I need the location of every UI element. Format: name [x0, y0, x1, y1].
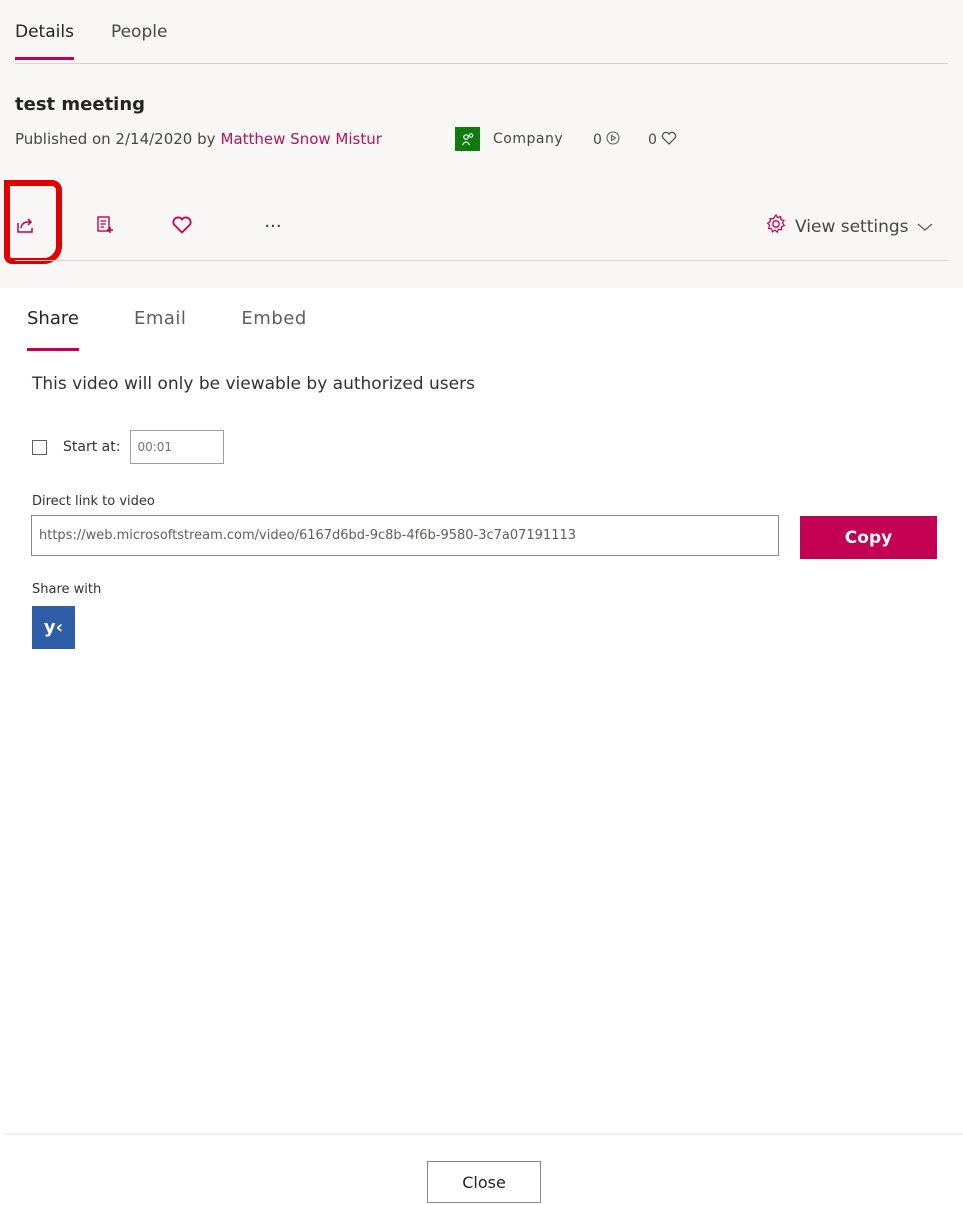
like-button[interactable]: [169, 214, 195, 240]
tab-details[interactable]: Details: [15, 22, 74, 60]
tab-embed[interactable]: Embed: [241, 308, 306, 351]
footer-divider: [5, 1133, 963, 1135]
actions-divider: [15, 260, 948, 261]
tab-email[interactable]: Email: [134, 308, 186, 351]
gear-icon: [765, 213, 787, 240]
view-count-value: 0: [593, 132, 602, 148]
start-at-row: Start at:: [32, 430, 225, 464]
direct-link-field[interactable]: [31, 515, 779, 556]
direct-link-label: Direct link to video: [32, 494, 155, 509]
company-permission-icon: [455, 127, 480, 151]
add-to-group-button[interactable]: [92, 214, 118, 240]
share-notice: This video will only be viewable by auth…: [32, 374, 475, 394]
heart-icon: [171, 215, 193, 239]
start-at-checkbox[interactable]: [32, 439, 47, 455]
add-to-list-icon: [95, 215, 115, 239]
view-settings-button[interactable]: View settings: [765, 213, 933, 240]
like-count: 0: [648, 131, 677, 149]
video-title: test meeting: [15, 94, 146, 115]
play-circle-icon: [606, 131, 620, 149]
close-button[interactable]: Close: [427, 1161, 541, 1203]
tab-share[interactable]: Share: [27, 308, 79, 351]
view-settings-label: View settings: [795, 216, 909, 237]
tabs-divider: [15, 63, 948, 64]
share-tabs: Share Email Embed: [27, 308, 307, 351]
like-count-value: 0: [648, 132, 657, 148]
copy-button[interactable]: Copy: [800, 516, 937, 559]
start-time-input[interactable]: [130, 430, 225, 464]
chevron-down-icon: [917, 217, 933, 237]
details-tabs: Details People: [15, 22, 167, 60]
start-at-label: Start at:: [63, 439, 121, 455]
published-text: Published on 2/14/2020 by: [15, 130, 216, 148]
red-highlight-annotation: [4, 180, 62, 264]
tab-people[interactable]: People: [111, 22, 167, 60]
yammer-share-button[interactable]: y‹: [32, 606, 75, 649]
yammer-icon: y‹: [43, 617, 64, 638]
author-link[interactable]: Matthew Snow Mistur: [221, 130, 382, 148]
view-count: 0: [593, 131, 620, 149]
more-options-button[interactable]: ···: [258, 213, 288, 239]
published-info: Published on 2/14/2020 by Matthew Snow M…: [15, 130, 382, 148]
heart-outline-icon: [661, 131, 677, 149]
share-with-label: Share with: [32, 582, 102, 597]
video-details-panel: Details People test meeting Published on…: [0, 0, 963, 288]
permission-label: Company: [493, 131, 564, 147]
